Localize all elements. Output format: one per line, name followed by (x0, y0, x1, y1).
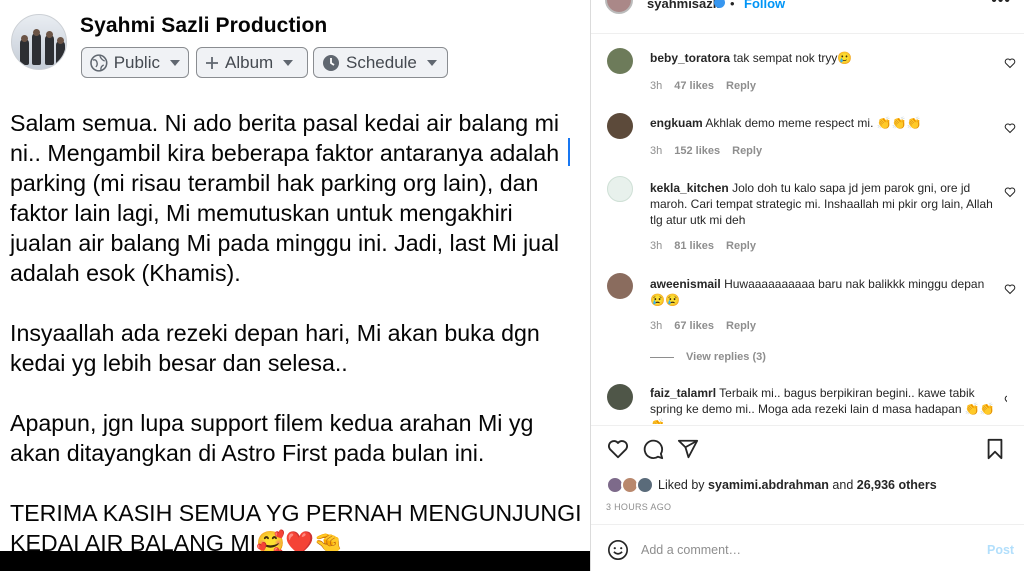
schedule-button[interactable]: Schedule (313, 47, 448, 78)
divider (591, 33, 1024, 34)
commenter-username[interactable]: beby_toratora (650, 51, 730, 65)
commenter-avatar[interactable] (607, 384, 633, 410)
post-paragraph: Insyaallah ada rezeki depan hari, Mi aka… (10, 320, 540, 376)
heart-icon[interactable] (1004, 186, 1016, 198)
plus-icon (206, 56, 218, 69)
comment-body: engkuam Akhlak demo meme respect mi. 👏👏👏 (650, 115, 996, 131)
comment-body: beby_toratora tak sempat nok tryy🥲 (650, 50, 996, 66)
comment-meta: 3h 152 likes Reply (650, 145, 762, 157)
comment-time: 3h (650, 320, 663, 332)
chevron-down-icon (170, 59, 180, 66)
liked-by-others[interactable]: 26,936 others (857, 478, 937, 492)
post-actions (605, 438, 1015, 464)
comment-meta: 3h 47 likes Reply (650, 80, 756, 92)
text-cursor (568, 138, 570, 166)
divider (591, 524, 1024, 525)
reply-button[interactable]: Reply (732, 145, 762, 157)
comment-likes[interactable]: 47 likes (674, 80, 714, 92)
add-comment-input[interactable] (641, 539, 961, 561)
globe-icon (90, 53, 108, 72)
comment-meta: 3h 67 likes Reply (650, 320, 756, 332)
liked-by: Liked by syamimi.abdrahman and 26,936 ot… (606, 476, 937, 494)
heart-icon[interactable] (1004, 122, 1016, 134)
comment-meta: 3h 81 likes Reply (650, 240, 756, 252)
emoji-smile-icon[interactable] (607, 539, 629, 561)
comment-time: 3h (650, 80, 663, 92)
commenter-avatar[interactable] (607, 48, 633, 74)
separator-dot: • (730, 0, 735, 11)
like-heart-icon[interactable] (607, 438, 629, 460)
liked-by-user[interactable]: syamimi.abdrahman (708, 478, 829, 492)
view-replies-label: View replies (3) (686, 351, 766, 363)
reply-button[interactable]: Reply (726, 320, 756, 332)
post-paragraph: Salam semua. Ni ado berita pasal kedai a… (10, 110, 560, 286)
audience-public-button[interactable]: Public (81, 47, 189, 78)
liked-by-prefix: Liked by (658, 478, 705, 492)
post-timestamp[interactable]: 3 HOURS AGO (606, 502, 671, 512)
comment-likes[interactable]: 81 likes (674, 240, 714, 252)
post-paragraph: TERIMA KASIH SEMUA YG PERNAH MENGUNJUNGI… (10, 500, 582, 556)
comment-text: Akhlak demo meme respect mi. 👏👏👏 (705, 116, 922, 130)
commenter-username[interactable]: kekla_kitchen (650, 181, 729, 195)
comment-text: tak sempat nok tryy🥲 (733, 51, 853, 65)
heart-icon[interactable] (1004, 283, 1016, 295)
chevron-down-icon (426, 59, 437, 66)
reply-button[interactable]: Reply (726, 80, 756, 92)
share-send-icon[interactable] (677, 438, 699, 460)
heart-icon[interactable] (1004, 57, 1016, 69)
comment-likes[interactable]: 152 likes (674, 145, 720, 157)
comment-body: kekla_kitchen Jolo doh tu kalo sapa jd j… (650, 180, 996, 228)
comment-item: faiz_talamrl Terbaik mi.. bagus berpikir… (607, 384, 1007, 424)
reply-button[interactable]: Reply (726, 240, 756, 252)
commenter-avatar[interactable] (607, 176, 633, 202)
author-username[interactable]: syahmisazli (647, 0, 720, 11)
liker-avatars[interactable] (606, 476, 656, 494)
post-text-editor[interactable]: Salam semua. Ni ado berita pasal kedai a… (10, 108, 585, 571)
commenter-avatar[interactable] (607, 273, 633, 299)
commenter-username[interactable]: faiz_talamrl (650, 386, 716, 400)
chevron-down-icon (283, 59, 294, 66)
instagram-panel: syahmisazli • Follow ••• beby_toratora t… (590, 0, 1024, 571)
album-label: Album (225, 52, 274, 72)
public-label: Public (113, 52, 160, 72)
liked-by-middle: and (832, 478, 854, 492)
commenter-username[interactable]: aweenismail (650, 277, 721, 291)
page-avatar[interactable] (11, 14, 67, 70)
schedule-label: Schedule (346, 52, 417, 72)
more-options-icon[interactable]: ••• (991, 0, 1011, 10)
add-comment-row: Post (591, 532, 1024, 568)
comment-time: 3h (650, 145, 663, 157)
replies-line (650, 356, 674, 358)
verified-badge-icon (714, 0, 725, 8)
commenter-username[interactable]: engkuam (650, 116, 703, 130)
comment-body: aweenismail Huwaaaaaaaaaa baru nak balik… (650, 276, 996, 308)
post-comment-button[interactable]: Post (987, 543, 1014, 557)
view-replies-button[interactable]: View replies (3) (650, 351, 766, 363)
bookmark-icon[interactable] (985, 438, 1005, 460)
facebook-composer: Syahmi Sazli Production Public Album Sch… (0, 0, 590, 571)
heart-icon[interactable] (1004, 394, 1007, 406)
comment-likes[interactable]: 67 likes (674, 320, 714, 332)
commenter-avatar[interactable] (607, 113, 633, 139)
author-avatar[interactable] (605, 0, 633, 14)
clock-icon (323, 54, 339, 71)
bottom-bar (0, 551, 590, 571)
comment-body: faiz_talamrl Terbaik mi.. bagus berpikir… (650, 385, 996, 424)
post-header: syahmisazli • Follow ••• (591, 0, 1024, 14)
follow-button[interactable]: Follow (744, 0, 785, 11)
album-button[interactable]: Album (196, 47, 308, 78)
post-paragraph: Apapun, jgn lupa support filem kedua ara… (10, 410, 534, 466)
divider (591, 425, 1024, 426)
page-name[interactable]: Syahmi Sazli Production (80, 14, 327, 38)
comment-bubble-icon[interactable] (642, 438, 664, 460)
comment-time: 3h (650, 240, 663, 252)
